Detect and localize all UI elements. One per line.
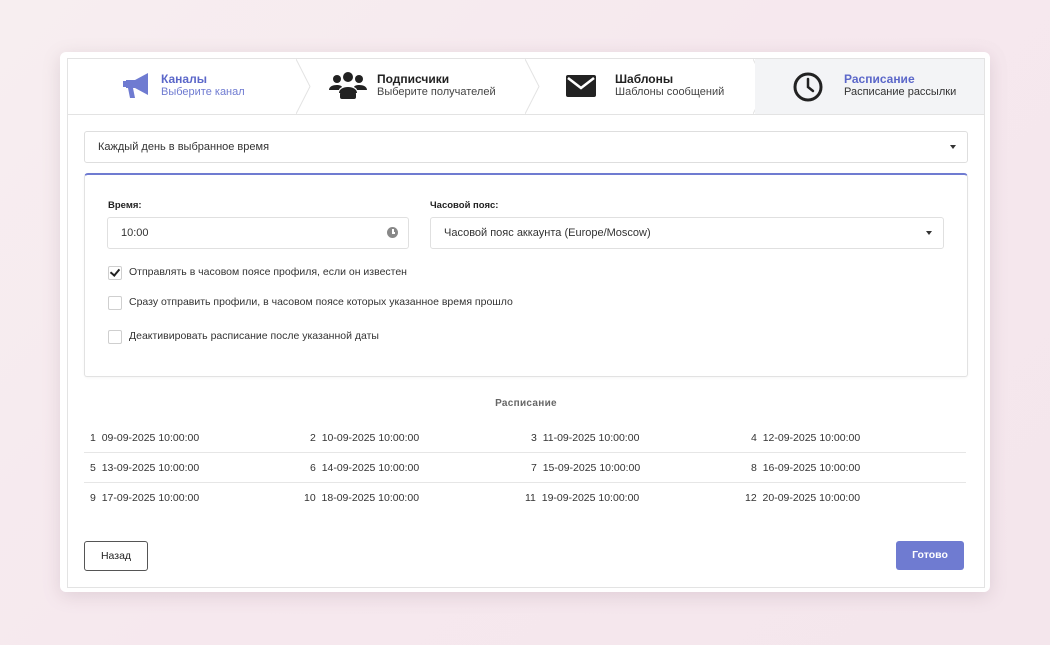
schedule-item: 9 17-09-2025 10:00:00 <box>90 492 199 504</box>
schedule-item-date: 19-09-2025 10:00:00 <box>541 492 640 504</box>
schedule-item-date: 14-09-2025 10:00:00 <box>321 462 420 474</box>
step-subtitle: Выберите получателей <box>377 86 496 98</box>
timezone-label: Часовой пояс: <box>430 200 499 211</box>
time-input[interactable]: 10:00 <box>107 217 409 249</box>
wizard-card: Каналы Выберите канал Подписчики Выберит… <box>60 52 990 592</box>
schedule-item: 3 11-09-2025 10:00:00 <box>531 432 639 444</box>
step-channels[interactable]: Каналы Выберите канал <box>68 59 297 114</box>
time-label: Время: <box>108 200 142 211</box>
wizard-stepper: Каналы Выберите канал Подписчики Выберит… <box>68 59 984 115</box>
schedule-item: 11 19-09-2025 10:00:00 <box>525 492 639 504</box>
schedule-item-date: 10-09-2025 10:00:00 <box>321 432 420 444</box>
schedule-item-number: 3 <box>531 432 537 444</box>
schedule-row: 5 13-09-2025 10:00:00 6 14-09-2025 10:00… <box>84 452 966 483</box>
checkbox-deactivate-after-date[interactable] <box>108 330 122 344</box>
schedule-item-number: 9 <box>90 492 96 504</box>
schedule-item-number: 8 <box>751 462 757 474</box>
schedule-item: 5 13-09-2025 10:00:00 <box>90 462 199 474</box>
step-title: Расписание <box>844 72 915 86</box>
time-input-value: 10:00 <box>121 227 149 239</box>
step-schedule[interactable]: Расписание Расписание рассылки <box>755 59 984 114</box>
step-subscribers[interactable]: Подписчики Выберите получателей <box>311 59 527 114</box>
schedule-item: 7 15-09-2025 10:00:00 <box>531 462 640 474</box>
schedule-item-date: 15-09-2025 10:00:00 <box>542 462 641 474</box>
schedule-item-number: 12 <box>745 492 757 504</box>
frequency-select-value: Каждый день в выбранное время <box>98 141 270 153</box>
megaphone-icon <box>123 73 148 98</box>
clock-icon <box>387 227 398 238</box>
schedule-item-number: 11 <box>525 492 536 504</box>
schedule-item: 2 10-09-2025 10:00:00 <box>310 432 419 444</box>
checkbox-profile-timezone[interactable] <box>108 266 122 280</box>
step-title: Подписчики <box>377 72 450 86</box>
clock-icon <box>793 72 823 102</box>
schedule-item-date: 18-09-2025 10:00:00 <box>321 492 420 504</box>
schedule-item-date: 17-09-2025 10:00:00 <box>101 492 200 504</box>
step-title: Шаблоны <box>615 72 674 86</box>
schedule-item-number: 7 <box>531 462 537 474</box>
schedule-item-date: 20-09-2025 10:00:00 <box>762 492 861 504</box>
schedule-item: 4 12-09-2025 10:00:00 <box>751 432 860 444</box>
envelope-icon <box>566 75 596 97</box>
schedule-item: 10 18-09-2025 10:00:00 <box>304 492 419 504</box>
schedule-item-number: 4 <box>751 432 757 444</box>
checkbox-send-immediately[interactable] <box>108 296 122 310</box>
schedule-settings-panel: Время: 10:00 Часовой пояс: Часовой пояс … <box>84 173 968 377</box>
schedule-row: 1 09-09-2025 10:00:00 2 10-09-2025 10:00… <box>84 422 966 453</box>
schedule-item-number: 1 <box>90 432 96 444</box>
option-label: Деактивировать расписание после указанно… <box>129 330 379 342</box>
option-label: Сразу отправить профили, в часовом поясе… <box>129 296 513 308</box>
schedule-title: Расписание <box>495 398 557 409</box>
users-icon <box>329 72 367 99</box>
step-templates[interactable]: Шаблоны Шаблоны сообщений <box>540 59 755 114</box>
step-subtitle: Шаблоны сообщений <box>615 86 725 98</box>
option-label: Отправлять в часовом поясе профиля, если… <box>129 266 407 278</box>
schedule-item: 12 20-09-2025 10:00:00 <box>745 492 860 504</box>
chevron-down-icon <box>926 231 932 235</box>
done-button[interactable]: Готово <box>896 541 964 570</box>
schedule-item: 6 14-09-2025 10:00:00 <box>310 462 419 474</box>
timezone-select[interactable]: Часовой пояс аккаунта (Europe/Moscow) <box>430 217 944 249</box>
wizard-body: Каналы Выберите канал Подписчики Выберит… <box>67 58 985 588</box>
schedule-item-date: 11-09-2025 10:00:00 <box>542 432 640 444</box>
step-subtitle: Выберите канал <box>161 86 245 98</box>
chevron-down-icon <box>950 145 956 149</box>
step-subtitle: Расписание рассылки <box>844 86 957 98</box>
schedule-item-number: 2 <box>310 432 316 444</box>
schedule-item-date: 13-09-2025 10:00:00 <box>101 462 200 474</box>
schedule-item-date: 09-09-2025 10:00:00 <box>101 432 200 444</box>
schedule-item-date: 16-09-2025 10:00:00 <box>762 462 861 474</box>
frequency-select[interactable]: Каждый день в выбранное время <box>84 131 968 163</box>
back-button[interactable]: Назад <box>84 541 148 571</box>
schedule-item: 8 16-09-2025 10:00:00 <box>751 462 860 474</box>
schedule-row: 9 17-09-2025 10:00:00 10 18-09-2025 10:0… <box>84 482 966 512</box>
step-title: Каналы <box>161 72 207 86</box>
timezone-select-value: Часовой пояс аккаунта (Europe/Moscow) <box>444 227 651 239</box>
schedule-item-number: 5 <box>90 462 96 474</box>
schedule-item-number: 10 <box>304 492 316 504</box>
schedule-item: 1 09-09-2025 10:00:00 <box>90 432 199 444</box>
schedule-item-number: 6 <box>310 462 316 474</box>
schedule-item-date: 12-09-2025 10:00:00 <box>762 432 861 444</box>
